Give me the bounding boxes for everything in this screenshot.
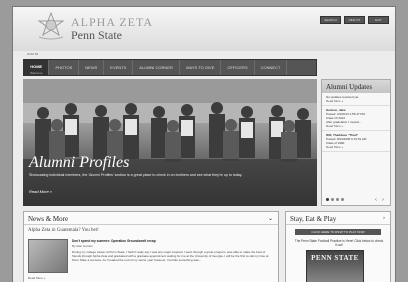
crest-logo-icon [37, 11, 65, 40]
nav-home[interactable]: HOME Welcome [24, 60, 50, 75]
top-button-2[interactable]: NEW XX [344, 16, 365, 24]
news-thumbnail[interactable] [28, 239, 68, 273]
nav-connect[interactable]: CONNECT [255, 60, 288, 75]
top-button-1[interactable]: SEARCH [320, 16, 341, 24]
alumni-updates-title: Alumni Updates [322, 80, 390, 93]
nav-photos[interactable]: PHOTOS [49, 60, 80, 75]
slide-dot[interactable] [341, 198, 344, 201]
nav-events[interactable]: EVENTS [104, 60, 134, 75]
breadcrumb: HOM MI [27, 52, 39, 56]
update-read-more-link[interactable]: Read More » [326, 99, 386, 103]
news-byline: By Alan Gordon [72, 244, 94, 248]
news-heading: News & More ⌄ [24, 212, 278, 225]
hero-read-more-link[interactable]: Read More » [29, 189, 52, 194]
main-nav: HOME Welcome PHOTOS NEWS EVENTS ALUMNI C… [23, 59, 317, 76]
promo-poster[interactable]: PENN STATE [306, 250, 364, 282]
slide-dot[interactable] [326, 198, 329, 201]
nav-ways-to-give[interactable]: WAYS TO GIVE [180, 60, 222, 75]
stay-text: The Penn State Football Practice is Here… [294, 239, 384, 247]
hero-title: Alumni Profiles [29, 154, 130, 171]
news-body: During my college career at Penn State, … [72, 250, 269, 262]
news-heading-text: News & More [28, 215, 69, 223]
top-button-3[interactable]: EXIT [368, 16, 389, 24]
stay-heading: Stay, Eat & Play › [286, 212, 390, 225]
hero-slideshow[interactable]: Alumni Profiles Showcasing individual me… [23, 79, 317, 206]
nav-news[interactable]: NEWS [79, 60, 105, 75]
stay-heading-text: Stay, Eat & Play [290, 215, 337, 223]
browser-frame: ALPHA ZETA Penn State SEARCH NEW XX EXIT… [12, 6, 396, 282]
chevron-right-icon[interactable]: › [383, 215, 385, 221]
alumni-updates-panel: Alumni Updates No updates received yet. … [321, 79, 391, 206]
news-read-more-link[interactable]: Read More » [28, 276, 45, 280]
update-read-more-link[interactable]: Read More » [326, 124, 386, 128]
next-arrow-icon[interactable]: › [380, 197, 386, 203]
top-buttons: SEARCH NEW XX EXIT [320, 16, 389, 24]
news-panel: News & More ⌄ Alpha Zeta in Guatemala? Y… [23, 211, 279, 282]
slide-dots [326, 198, 344, 201]
chevron-down-icon[interactable]: ⌄ [268, 215, 273, 222]
hero-caption: Showcasing individual members, the 'Alum… [29, 173, 243, 177]
group-photo [23, 79, 317, 206]
slide-arrows: ‹ › [373, 197, 386, 203]
slide-dot[interactable] [331, 198, 334, 201]
brand-school: Penn State [71, 28, 122, 42]
nav-home-label: HOME [30, 64, 43, 69]
update-item: Will, Thaddeus "Thad" Posted: 8/24/2006 … [322, 131, 390, 152]
poster-text: PENN STATE [311, 254, 359, 262]
rsvp-button[interactable]: CLICK HERE TO RSVP TO PLAY NOW [295, 229, 381, 235]
news-subhead: Don't spend my summer: Operation Grounds… [72, 239, 156, 243]
prev-arrow-icon[interactable]: ‹ [373, 197, 379, 203]
nav-alumni-corner[interactable]: ALUMNI CORNER [133, 60, 180, 75]
stay-eat-play-panel: Stay, Eat & Play › CLICK HERE TO RSVP TO… [285, 211, 391, 282]
news-item-title[interactable]: Alpha Zeta in Guatemala? You bet! [24, 225, 278, 235]
slide-dot[interactable] [336, 198, 339, 201]
update-item: No updates received yet. Read More » [322, 93, 390, 106]
nav-home-sub: Welcome [30, 71, 43, 75]
update-read-more-link[interactable]: Read More » [326, 145, 386, 149]
site-header: ALPHA ZETA Penn State SEARCH NEW XX EXIT [13, 7, 395, 51]
update-item: Hudson, Jake Posted: 2/4/2013 1:56:47 PM… [322, 106, 390, 131]
nav-officers[interactable]: OFFICERS [221, 60, 255, 75]
